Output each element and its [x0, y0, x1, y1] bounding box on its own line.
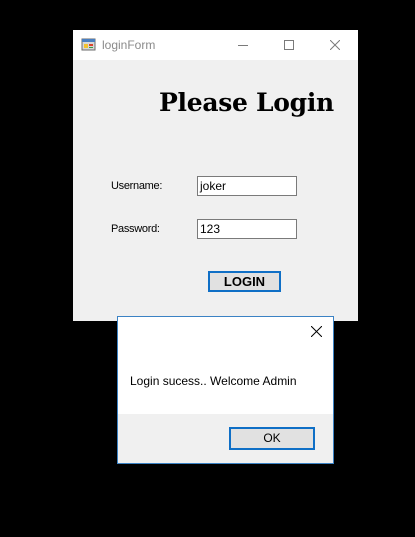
- username-label: Username:: [111, 180, 163, 192]
- minimize-button[interactable]: [220, 30, 266, 60]
- close-button[interactable]: [312, 30, 358, 60]
- message-box-dialog: Login sucess.. Welcome Admin OK: [117, 316, 334, 464]
- window-title: loginForm: [102, 38, 156, 52]
- form-app-icon: [81, 38, 96, 51]
- ok-button[interactable]: OK: [229, 427, 315, 450]
- username-input[interactable]: joker: [197, 176, 297, 196]
- password-input[interactable]: 123: [197, 219, 297, 239]
- maximize-button[interactable]: [266, 30, 312, 60]
- title-bar[interactable]: loginForm: [73, 30, 358, 60]
- dialog-message: Login sucess.. Welcome Admin: [130, 374, 297, 388]
- page-title: Please Login: [73, 88, 358, 118]
- close-icon: [330, 40, 340, 50]
- password-label: Password:: [111, 223, 160, 235]
- dialog-button-bar: OK: [118, 414, 333, 463]
- close-icon: [311, 326, 322, 337]
- page-title-text: Please Login: [159, 88, 334, 117]
- minimize-icon: [238, 45, 248, 46]
- login-button[interactable]: LOGIN: [208, 271, 281, 292]
- dialog-close-button[interactable]: [298, 317, 334, 345]
- maximize-icon: [284, 40, 294, 50]
- login-form-window: loginForm Please Login Username: joker P…: [73, 30, 358, 321]
